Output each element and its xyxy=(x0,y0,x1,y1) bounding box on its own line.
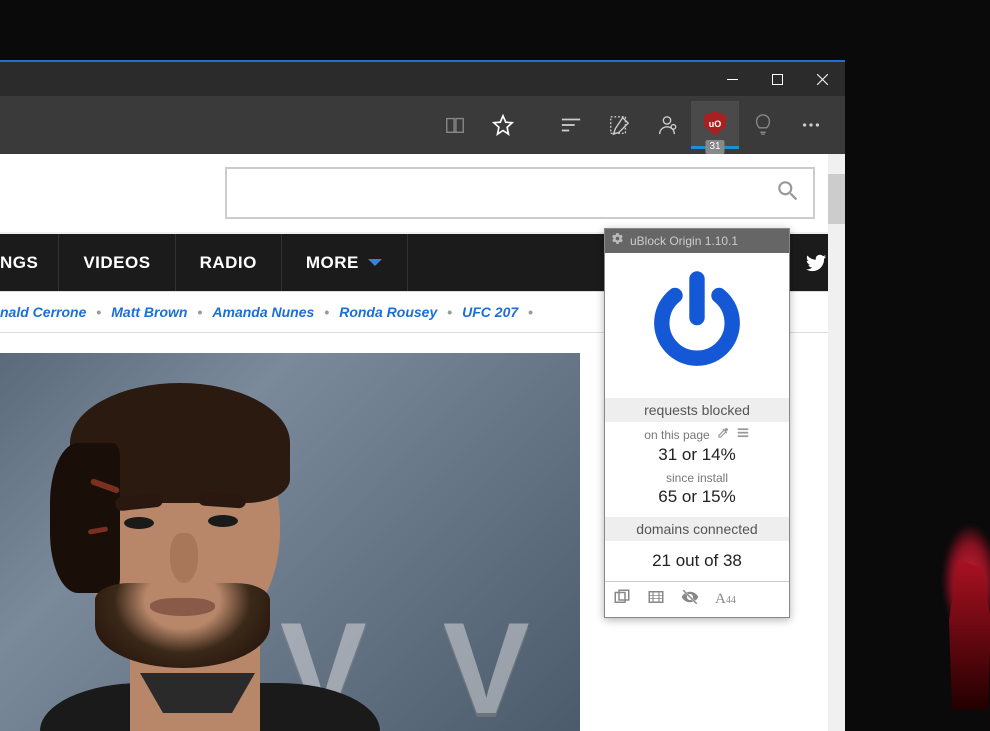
nav-item-radio[interactable]: RADIO xyxy=(176,234,282,291)
trending-link[interactable]: Ronda Rousey xyxy=(339,304,437,320)
hero-image[interactable]: V V xyxy=(0,353,580,731)
domains-connected-value: 21 out of 38 xyxy=(605,541,789,581)
ublock-power-section xyxy=(605,253,789,398)
minimize-button[interactable] xyxy=(710,62,755,96)
gear-icon[interactable] xyxy=(611,232,624,250)
maximize-button[interactable] xyxy=(755,62,800,96)
power-icon[interactable] xyxy=(642,268,752,383)
web-notes-button[interactable] xyxy=(595,101,643,149)
reading-view-button[interactable] xyxy=(431,101,479,149)
trending-link[interactable]: Matt Brown xyxy=(111,304,187,320)
ublock-shield-icon: uO xyxy=(704,112,726,136)
ublock-popup: uBlock Origin 1.10.1 requests blocked on… xyxy=(604,228,790,618)
requests-blocked-header: requests blocked xyxy=(605,398,789,422)
browser-window: uO 31 NGS VIDEOS RADIO MORE xyxy=(0,60,845,731)
media-icon[interactable] xyxy=(647,588,665,611)
trending-link[interactable]: UFC 207 xyxy=(462,304,518,320)
ublock-stats: requests blocked on this page 31 or 14% … xyxy=(605,398,789,581)
search-input[interactable] xyxy=(225,167,815,219)
nav-item-more[interactable]: MORE xyxy=(282,234,408,291)
more-button[interactable] xyxy=(787,101,835,149)
search-bar xyxy=(0,154,845,234)
list-icon[interactable] xyxy=(736,426,750,443)
share-button[interactable] xyxy=(643,101,691,149)
nav-item-ngs[interactable]: NGS xyxy=(0,234,59,291)
domains-connected-header: domains connected xyxy=(605,517,789,541)
trending-separator: • xyxy=(447,304,452,320)
ublock-popup-title: uBlock Origin 1.10.1 xyxy=(630,234,738,248)
font-size-button[interactable]: A44 xyxy=(715,591,736,608)
trending-separator: • xyxy=(528,304,533,320)
eyedropper-icon[interactable] xyxy=(716,426,730,443)
ublock-tools: A44 xyxy=(605,581,789,617)
since-install-label: since install xyxy=(666,471,728,485)
search-icon xyxy=(775,178,801,209)
ublock-popup-header: uBlock Origin 1.10.1 xyxy=(605,229,789,253)
favorite-button[interactable] xyxy=(479,101,527,149)
window-titlebar xyxy=(0,62,845,96)
scrollbar-thumb[interactable] xyxy=(828,174,845,224)
close-button[interactable] xyxy=(800,62,845,96)
popups-icon[interactable] xyxy=(613,588,631,611)
twitter-icon xyxy=(805,252,827,274)
trending-link[interactable]: nald Cerrone xyxy=(0,304,86,320)
trending-link[interactable]: Amanda Nunes xyxy=(212,304,314,320)
hub-button[interactable] xyxy=(547,101,595,149)
on-this-page-label: on this page xyxy=(644,428,709,442)
trending-separator: • xyxy=(197,304,202,320)
scrollbar[interactable] xyxy=(828,154,845,731)
browser-toolbar: uO 31 xyxy=(0,96,845,154)
chevron-down-icon xyxy=(367,258,383,268)
trending-separator: • xyxy=(96,304,101,320)
lightbulb-button[interactable] xyxy=(739,101,787,149)
on-this-page-value: 31 or 14% xyxy=(605,443,789,471)
eye-off-icon[interactable] xyxy=(681,588,699,611)
ublock-badge: 31 xyxy=(705,140,724,154)
ublock-extension-button[interactable]: uO 31 xyxy=(691,101,739,149)
trending-separator: • xyxy=(324,304,329,320)
nav-item-videos[interactable]: VIDEOS xyxy=(59,234,175,291)
since-install-value: 65 or 15% xyxy=(605,485,789,513)
hero-person xyxy=(40,383,330,731)
